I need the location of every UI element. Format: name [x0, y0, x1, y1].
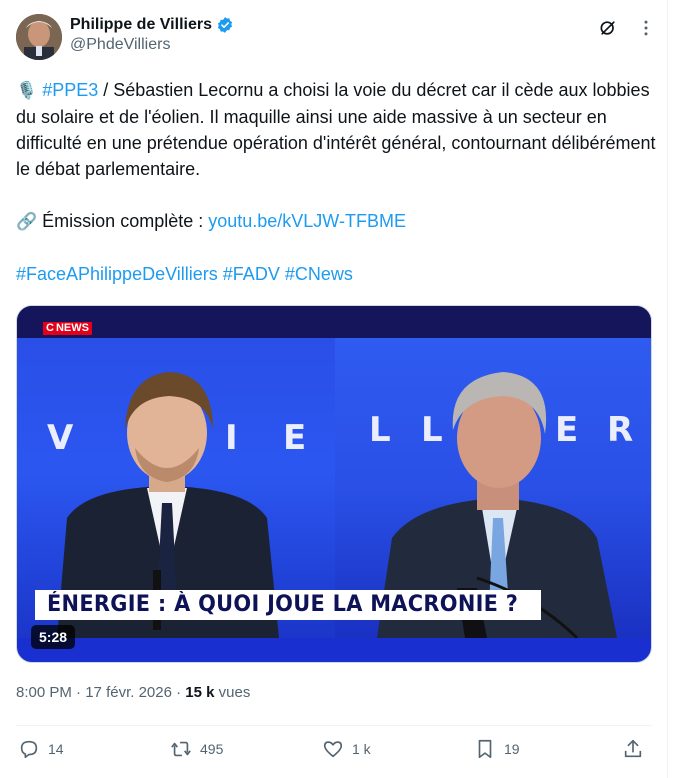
tweet-meta: 8:00 PM · 17 févr. 2026 · 15 k vues — [16, 684, 250, 701]
tweet-hashtags: #FaceAPhilippeDeVilliers #FADV #CNews — [16, 261, 656, 287]
link-icon: 🔗 — [16, 212, 38, 231]
cnews-logo-text: NEWS — [55, 322, 89, 334]
tweet-body: / Sébastien Lecornu a choisi la voie du … — [16, 80, 656, 179]
meta-separator: · — [71, 684, 86, 701]
reply-count: 14 — [48, 741, 64, 757]
tweet-card: Philippe de Villiers @PhdeVilliers 🎙️ #P… — [0, 0, 668, 778]
video-player[interactable]: V I E L L E R C NEWS ÉNERGIE: À QUOI JO… — [16, 305, 652, 663]
reply-button[interactable]: 14 — [18, 738, 64, 760]
like-button[interactable]: 1 k — [322, 738, 371, 760]
author-name[interactable]: Philippe de Villiers — [70, 16, 234, 34]
more-icon[interactable] — [636, 18, 656, 38]
author-handle[interactable]: @PhdeVilliers — [70, 36, 234, 54]
tweet-paragraph-1: 🎙️ #PPE3 / Sébastien Lecornu a choisi la… — [16, 77, 656, 182]
divider — [16, 725, 652, 726]
repost-icon — [171, 741, 191, 757]
repost-button[interactable]: 495 — [170, 738, 223, 760]
hashtag-cnews[interactable]: #CNews — [285, 264, 353, 284]
emission-label: Émission complète : — [37, 211, 209, 231]
author-block: Philippe de Villiers @PhdeVilliers — [70, 16, 234, 54]
bookmark-icon — [478, 739, 492, 759]
avatar-image — [16, 14, 62, 60]
tweet-date[interactable]: 17 févr. 2026 — [85, 684, 172, 701]
cnews-logo: C NEWS — [43, 322, 92, 335]
youtube-link[interactable]: youtu.be/kVLJW-TFBME — [208, 211, 406, 231]
reply-icon — [20, 740, 38, 759]
header-actions — [598, 18, 656, 38]
like-count: 1 k — [352, 741, 371, 757]
bookmark-count: 19 — [504, 741, 520, 757]
tweet-paragraph-2: 🔗 Émission complète : youtu.be/kVLJW-TFB… — [16, 208, 656, 235]
bookmark-button[interactable]: 19 — [474, 738, 520, 760]
tweet-header: Philippe de Villiers @PhdeVilliers — [16, 14, 656, 62]
video-duration: 5:28 — [31, 625, 76, 649]
author-display-name[interactable]: Philippe de Villiers — [70, 16, 212, 34]
video-banner: ÉNERGIE : À QUOI JOUE LA MACRONIE ? — [35, 590, 541, 620]
verified-badge-icon — [217, 17, 233, 33]
banner-title: ÉNERGIE : À QUOI JOUE LA MACRONIE ? — [47, 592, 519, 617]
hashtag-fadv[interactable]: #FADV — [223, 264, 280, 284]
share-button[interactable] — [622, 738, 644, 760]
views-count: 15 k — [185, 684, 215, 701]
avatar[interactable] — [16, 14, 62, 60]
share-icon — [624, 739, 642, 758]
microphone-icon: 🎙️ — [16, 81, 38, 100]
action-bar: 14 495 1 k 19 — [16, 738, 652, 766]
heart-icon — [323, 741, 343, 758]
tweet-time[interactable]: 8:00 PM — [16, 684, 72, 701]
repost-count: 495 — [200, 741, 224, 757]
hashtag-faceaphilippedevilliers[interactable]: #FaceAPhilippeDeVilliers — [16, 264, 218, 284]
views-label: vues — [214, 684, 251, 701]
hashtag-ppe3[interactable]: #PPE3 — [42, 80, 98, 100]
video-top-strip — [17, 306, 651, 338]
tweet-text: 🎙️ #PPE3 / Sébastien Lecornu a choisi la… — [16, 77, 656, 287]
grok-icon[interactable] — [598, 18, 618, 38]
cnews-logo-c: C — [46, 322, 54, 334]
meta-separator-2: · — [171, 684, 186, 701]
